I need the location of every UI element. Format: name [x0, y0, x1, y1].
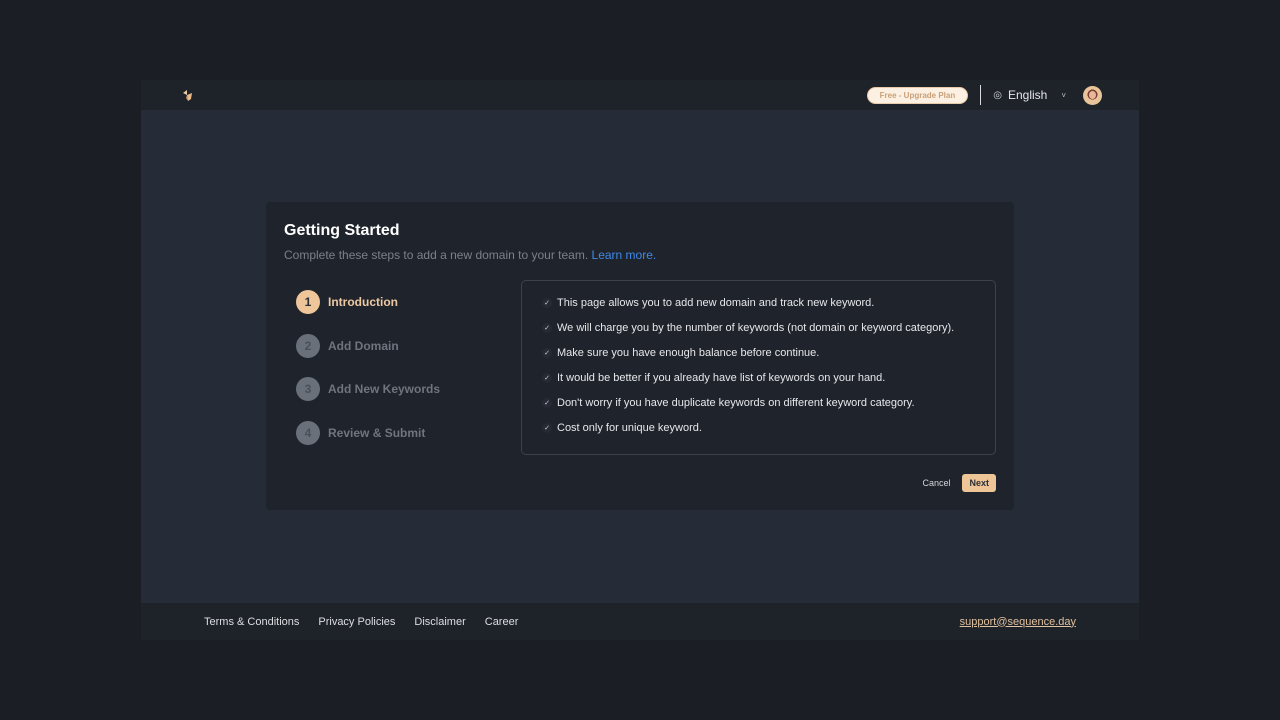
introduction-info-box: ✓ This page allows you to add new domain… [521, 280, 996, 455]
info-item: ✓ This page allows you to add new domain… [542, 295, 995, 310]
info-item: ✓ Cost only for unique keyword. [542, 420, 995, 435]
app-window: Free - Upgrade Plan ◎ English ˅ Getting … [141, 80, 1139, 640]
next-button[interactable]: Next [962, 474, 996, 492]
step-label: Review & Submit [328, 426, 426, 441]
globe-icon: ◎ [993, 89, 1002, 101]
getting-started-card: Getting Started Complete these steps to … [266, 202, 1014, 510]
check-icon: ✓ [542, 297, 552, 308]
step-number: 3 [296, 377, 320, 402]
learn-more-link[interactable]: Learn more. [592, 248, 657, 262]
subtitle-text: Complete these steps to add a new domain… [284, 248, 589, 262]
top-bar: Free - Upgrade Plan ◎ English ˅ [141, 80, 1139, 110]
chevron-down-icon: ˅ [1061, 90, 1066, 100]
footer-link-terms[interactable]: Terms & Conditions [204, 616, 299, 628]
cancel-button[interactable]: Cancel [922, 478, 950, 488]
check-icon: ✓ [542, 372, 552, 383]
card-subtitle: Complete these steps to add a new domain… [284, 248, 996, 262]
info-item: ✓ We will charge you by the number of ke… [542, 320, 995, 335]
step-add-new-keywords[interactable]: 3 Add New Keywords [296, 377, 441, 402]
info-text: We will charge you by the number of keyw… [557, 321, 955, 334]
sequence-logo-icon[interactable] [181, 88, 195, 102]
info-item: ✓ Make sure you have enough balance befo… [542, 345, 995, 360]
footer-link-disclaimer[interactable]: Disclaimer [414, 616, 465, 628]
step-review-submit[interactable]: 4 Review & Submit [296, 421, 440, 446]
check-icon: ✓ [542, 347, 552, 358]
step-introduction[interactable]: 1 Introduction [296, 290, 440, 314]
step-number: 4 [296, 421, 320, 446]
check-icon: ✓ [542, 397, 552, 408]
step-number: 1 [296, 290, 320, 314]
info-item: ✓ It would be better if you already have… [542, 370, 995, 385]
card-title: Getting Started [284, 222, 400, 239]
step-label: Add New Keywords [328, 382, 441, 397]
upgrade-plan-badge[interactable]: Free - Upgrade Plan [866, 86, 969, 104]
step-label: Add Domain [328, 338, 399, 353]
support-email-link[interactable]: support@sequence.day [960, 616, 1076, 628]
step-label: Introduction [328, 295, 398, 309]
footer: Terms & Conditions Privacy Policies Disc… [141, 603, 1139, 640]
language-selector[interactable]: ◎ English ˅ [993, 88, 1066, 102]
divider [980, 85, 982, 105]
step-number: 2 [296, 333, 320, 358]
footer-link-career[interactable]: Career [485, 616, 519, 628]
stepper: 1 Introduction 2 Add Domain 3 Add New Ke… [296, 290, 440, 465]
info-text: This page allows you to add new domain a… [557, 296, 875, 309]
info-item: ✓ Don't worry if you have duplicate keyw… [542, 395, 995, 410]
check-icon: ✓ [542, 422, 552, 433]
check-icon: ✓ [542, 322, 552, 333]
info-text: Cost only for unique keyword. [557, 421, 702, 434]
info-text: Make sure you have enough balance before… [557, 346, 820, 359]
info-text: It would be better if you already have l… [557, 371, 886, 384]
info-text: Don't worry if you have duplicate keywor… [557, 396, 915, 409]
language-label: English [1007, 88, 1048, 102]
user-avatar[interactable] [1083, 85, 1102, 105]
main-content: Getting Started Complete these steps to … [141, 110, 1139, 603]
footer-link-privacy[interactable]: Privacy Policies [318, 616, 395, 628]
step-add-domain[interactable]: 2 Add Domain [296, 333, 440, 358]
card-actions: Cancel Next [922, 474, 996, 492]
